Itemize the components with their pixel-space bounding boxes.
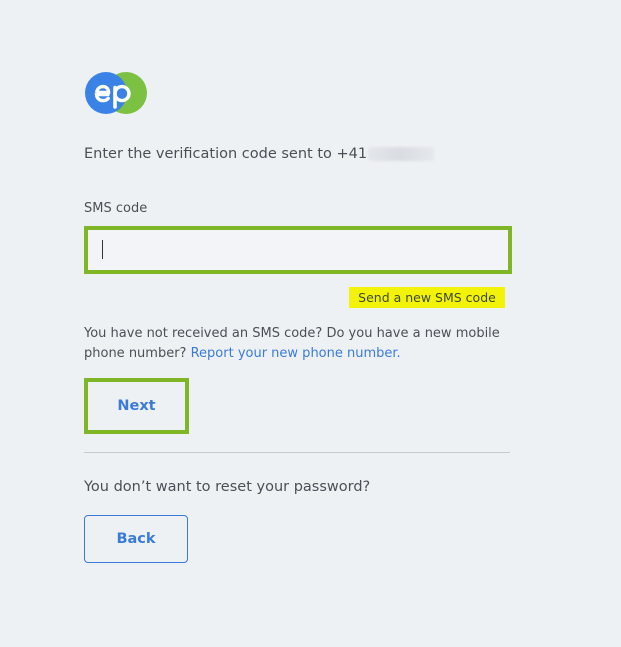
brand-logo	[84, 71, 148, 115]
verification-instruction: Enter the verification code sent to +41	[84, 146, 435, 162]
ep-logo-icon	[85, 72, 147, 114]
sms-code-field-container	[84, 226, 512, 274]
next-button[interactable]: Next	[84, 378, 189, 434]
text-cursor	[102, 240, 103, 259]
back-button[interactable]: Back	[84, 515, 188, 563]
help-text: You have not received an SMS code? Do yo…	[84, 324, 504, 364]
divider	[84, 452, 510, 453]
send-new-sms-code-link[interactable]: Send a new SMS code	[349, 287, 505, 308]
report-phone-number-link[interactable]: Report your new phone number.	[191, 346, 401, 361]
sms-code-label: SMS code	[84, 201, 148, 216]
reset-password-question: You don’t want to reset your password?	[84, 479, 371, 495]
instruction-text: Enter the verification code sent to +41	[84, 146, 368, 162]
sms-code-input[interactable]	[88, 230, 508, 270]
masked-phone-number	[368, 147, 435, 161]
